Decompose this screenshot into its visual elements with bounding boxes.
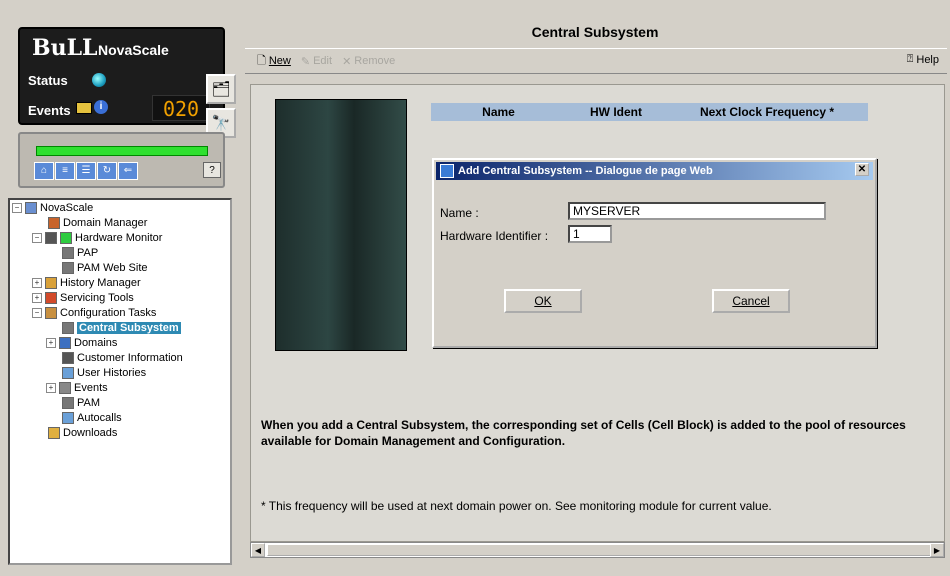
toolbar: 🗋 New ✎ Edit ✕ Remove ⍰ Help: [245, 48, 947, 74]
add-central-subsystem-dialog: Add Central Subsystem -- Dialogue de pag…: [432, 158, 877, 348]
autocalls-icon: [62, 412, 74, 424]
back-icon[interactable]: ⇐: [118, 162, 138, 180]
tree-view-button[interactable]: 🗂: [206, 74, 236, 104]
cancel-button[interactable]: Cancel: [712, 289, 790, 313]
scroll-left-icon[interactable]: ◀: [251, 543, 265, 557]
tree-item-configuration-tasks[interactable]: − Configuration Tasks: [32, 307, 156, 319]
help-icon: ⍰: [906, 53, 914, 65]
customer-icon: [62, 352, 74, 364]
tree-item-pap[interactable]: PAP: [62, 247, 98, 259]
remove-icon: ✕: [342, 55, 352, 68]
status-indicator-icon[interactable]: [92, 73, 106, 87]
tree-item-user-histories[interactable]: User Histories: [62, 367, 146, 379]
binoculars-icon: 🔭: [211, 115, 231, 132]
scroll-right-icon[interactable]: ▶: [930, 543, 944, 557]
name-input[interactable]: MYSERVER: [568, 202, 826, 220]
column-name[interactable]: Name: [431, 103, 566, 121]
ok-button[interactable]: OK: [504, 289, 582, 313]
tree-item-servicing-tools[interactable]: + Servicing Tools: [32, 292, 134, 304]
domains-icon: [59, 337, 71, 349]
events-info-icon[interactable]: i: [94, 100, 108, 114]
expand-icon[interactable]: +: [32, 293, 42, 303]
domain-icon: [48, 217, 60, 229]
tree-item-pam-web-site[interactable]: PAM Web Site: [62, 262, 148, 274]
config-icon: [45, 307, 57, 319]
list-icon[interactable]: ≡: [55, 162, 75, 180]
pam-icon: [62, 397, 74, 409]
server-cabinet-image: [275, 99, 407, 351]
new-document-icon: 🗋: [257, 54, 266, 67]
name-label: Name :: [440, 206, 479, 220]
remove-button[interactable]: ✕ Remove: [342, 55, 395, 68]
home-icon[interactable]: ⌂: [34, 162, 54, 180]
subsystem-icon: [62, 322, 74, 334]
navigation-tree: − NovaScale Domain Manager − Hardware Moni…: [8, 198, 232, 565]
pam-icon: [62, 262, 74, 274]
tool-icon-row: ⌂ ≡ ☰ ↻ ⇐: [34, 162, 138, 180]
hardware-identifier-label: Hardware Identifier :: [440, 229, 549, 243]
brand-panel: BuLL NovaScale Status Events i 020: [18, 27, 225, 125]
page-title: Central Subsystem: [531, 24, 659, 40]
server-icon: [25, 202, 37, 214]
tree-item-central-subsystem[interactable]: Central Subsystem: [62, 322, 181, 334]
collapse-icon[interactable]: −: [12, 203, 22, 213]
expand-icon[interactable]: +: [46, 338, 56, 348]
expand-icon[interactable]: +: [46, 383, 56, 393]
bull-logo: BuLL: [32, 35, 98, 61]
info-text: When you add a Central Subsystem, the co…: [261, 418, 906, 448]
tree-item-history-manager[interactable]: + History Manager: [32, 277, 141, 289]
product-name: NovaScale: [98, 42, 169, 58]
expand-icon[interactable]: +: [32, 278, 42, 288]
details-icon[interactable]: ☰: [76, 162, 96, 180]
frequency-note: * This frequency will be used at next do…: [261, 499, 772, 513]
events-icon: [59, 382, 71, 394]
events-counter: 020: [152, 95, 210, 121]
collapse-icon[interactable]: −: [32, 308, 42, 318]
column-next-clock-frequency[interactable]: Next Clock Frequency *: [666, 103, 868, 121]
column-hw-ident[interactable]: HW Ident: [566, 103, 666, 121]
events-envelope-icon[interactable]: [76, 102, 92, 114]
tools-icon: [45, 292, 57, 304]
tree-item-novascale[interactable]: − NovaScale: [12, 202, 93, 214]
tree-item-hardware-monitor[interactable]: − Hardware Monitor: [32, 232, 162, 244]
refresh-icon[interactable]: ↻: [97, 162, 117, 180]
hardware-identifier-input[interactable]: 1: [568, 225, 612, 243]
horizontal-scrollbar[interactable]: ◀ ▶: [250, 542, 945, 558]
pap-icon: [62, 247, 74, 259]
tree-item-domain-manager[interactable]: Domain Manager: [48, 217, 147, 229]
tree-item-pam[interactable]: PAM: [62, 397, 100, 409]
ie-icon: [440, 164, 454, 178]
subsystem-table-header: Name HW Ident Next Clock Frequency *: [431, 103, 868, 121]
system-health-bar: [36, 146, 208, 156]
tree-icon: 🗂: [211, 81, 231, 98]
help-icon[interactable]: ?: [203, 162, 221, 178]
toolbox-panel: ⌂ ≡ ☰ ↻ ⇐ ?: [18, 132, 225, 188]
tree-item-autocalls[interactable]: Autocalls: [62, 412, 122, 424]
downloads-icon: [48, 427, 60, 439]
hardware-icon: [45, 232, 57, 244]
tree-item-downloads[interactable]: Downloads: [48, 427, 117, 439]
user-histories-icon: [62, 367, 74, 379]
help-button[interactable]: ⍰ Help: [907, 53, 939, 66]
tree-item-domains[interactable]: + Domains: [46, 337, 117, 349]
status-green-icon: [60, 232, 72, 244]
edit-button[interactable]: ✎ Edit: [301, 55, 332, 68]
scroll-thumb[interactable]: [267, 544, 931, 556]
status-label: Status: [28, 73, 68, 88]
collapse-icon[interactable]: −: [32, 233, 42, 243]
dialog-titlebar[interactable]: Add Central Subsystem -- Dialogue de pag…: [436, 162, 873, 180]
history-icon: [45, 277, 57, 289]
tree-item-events[interactable]: + Events: [46, 382, 108, 394]
edit-icon: ✎: [300, 55, 311, 68]
new-button[interactable]: 🗋 New: [257, 52, 291, 71]
close-icon[interactable]: ✕: [855, 163, 869, 176]
events-label: Events: [28, 103, 71, 118]
tree-item-customer-information[interactable]: Customer Information: [62, 352, 183, 364]
